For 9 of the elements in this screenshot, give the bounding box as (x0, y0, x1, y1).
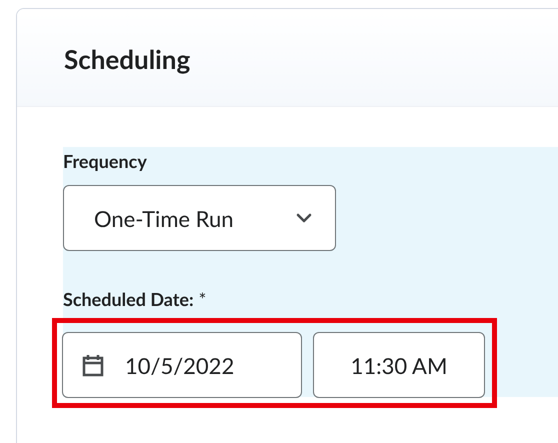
panel-title: Scheduling (64, 42, 190, 77)
frequency-label: Frequency (63, 149, 147, 173)
calendar-icon (81, 353, 105, 377)
date-field[interactable]: 10/5/2022 (62, 332, 302, 398)
required-mark: * (198, 287, 206, 311)
chevron-down-icon (295, 212, 313, 224)
frequency-select[interactable]: One-Time Run (63, 185, 336, 251)
scheduled-date-label: Scheduled Date: (63, 287, 194, 311)
time-field[interactable]: 11:30 AM (313, 332, 485, 398)
